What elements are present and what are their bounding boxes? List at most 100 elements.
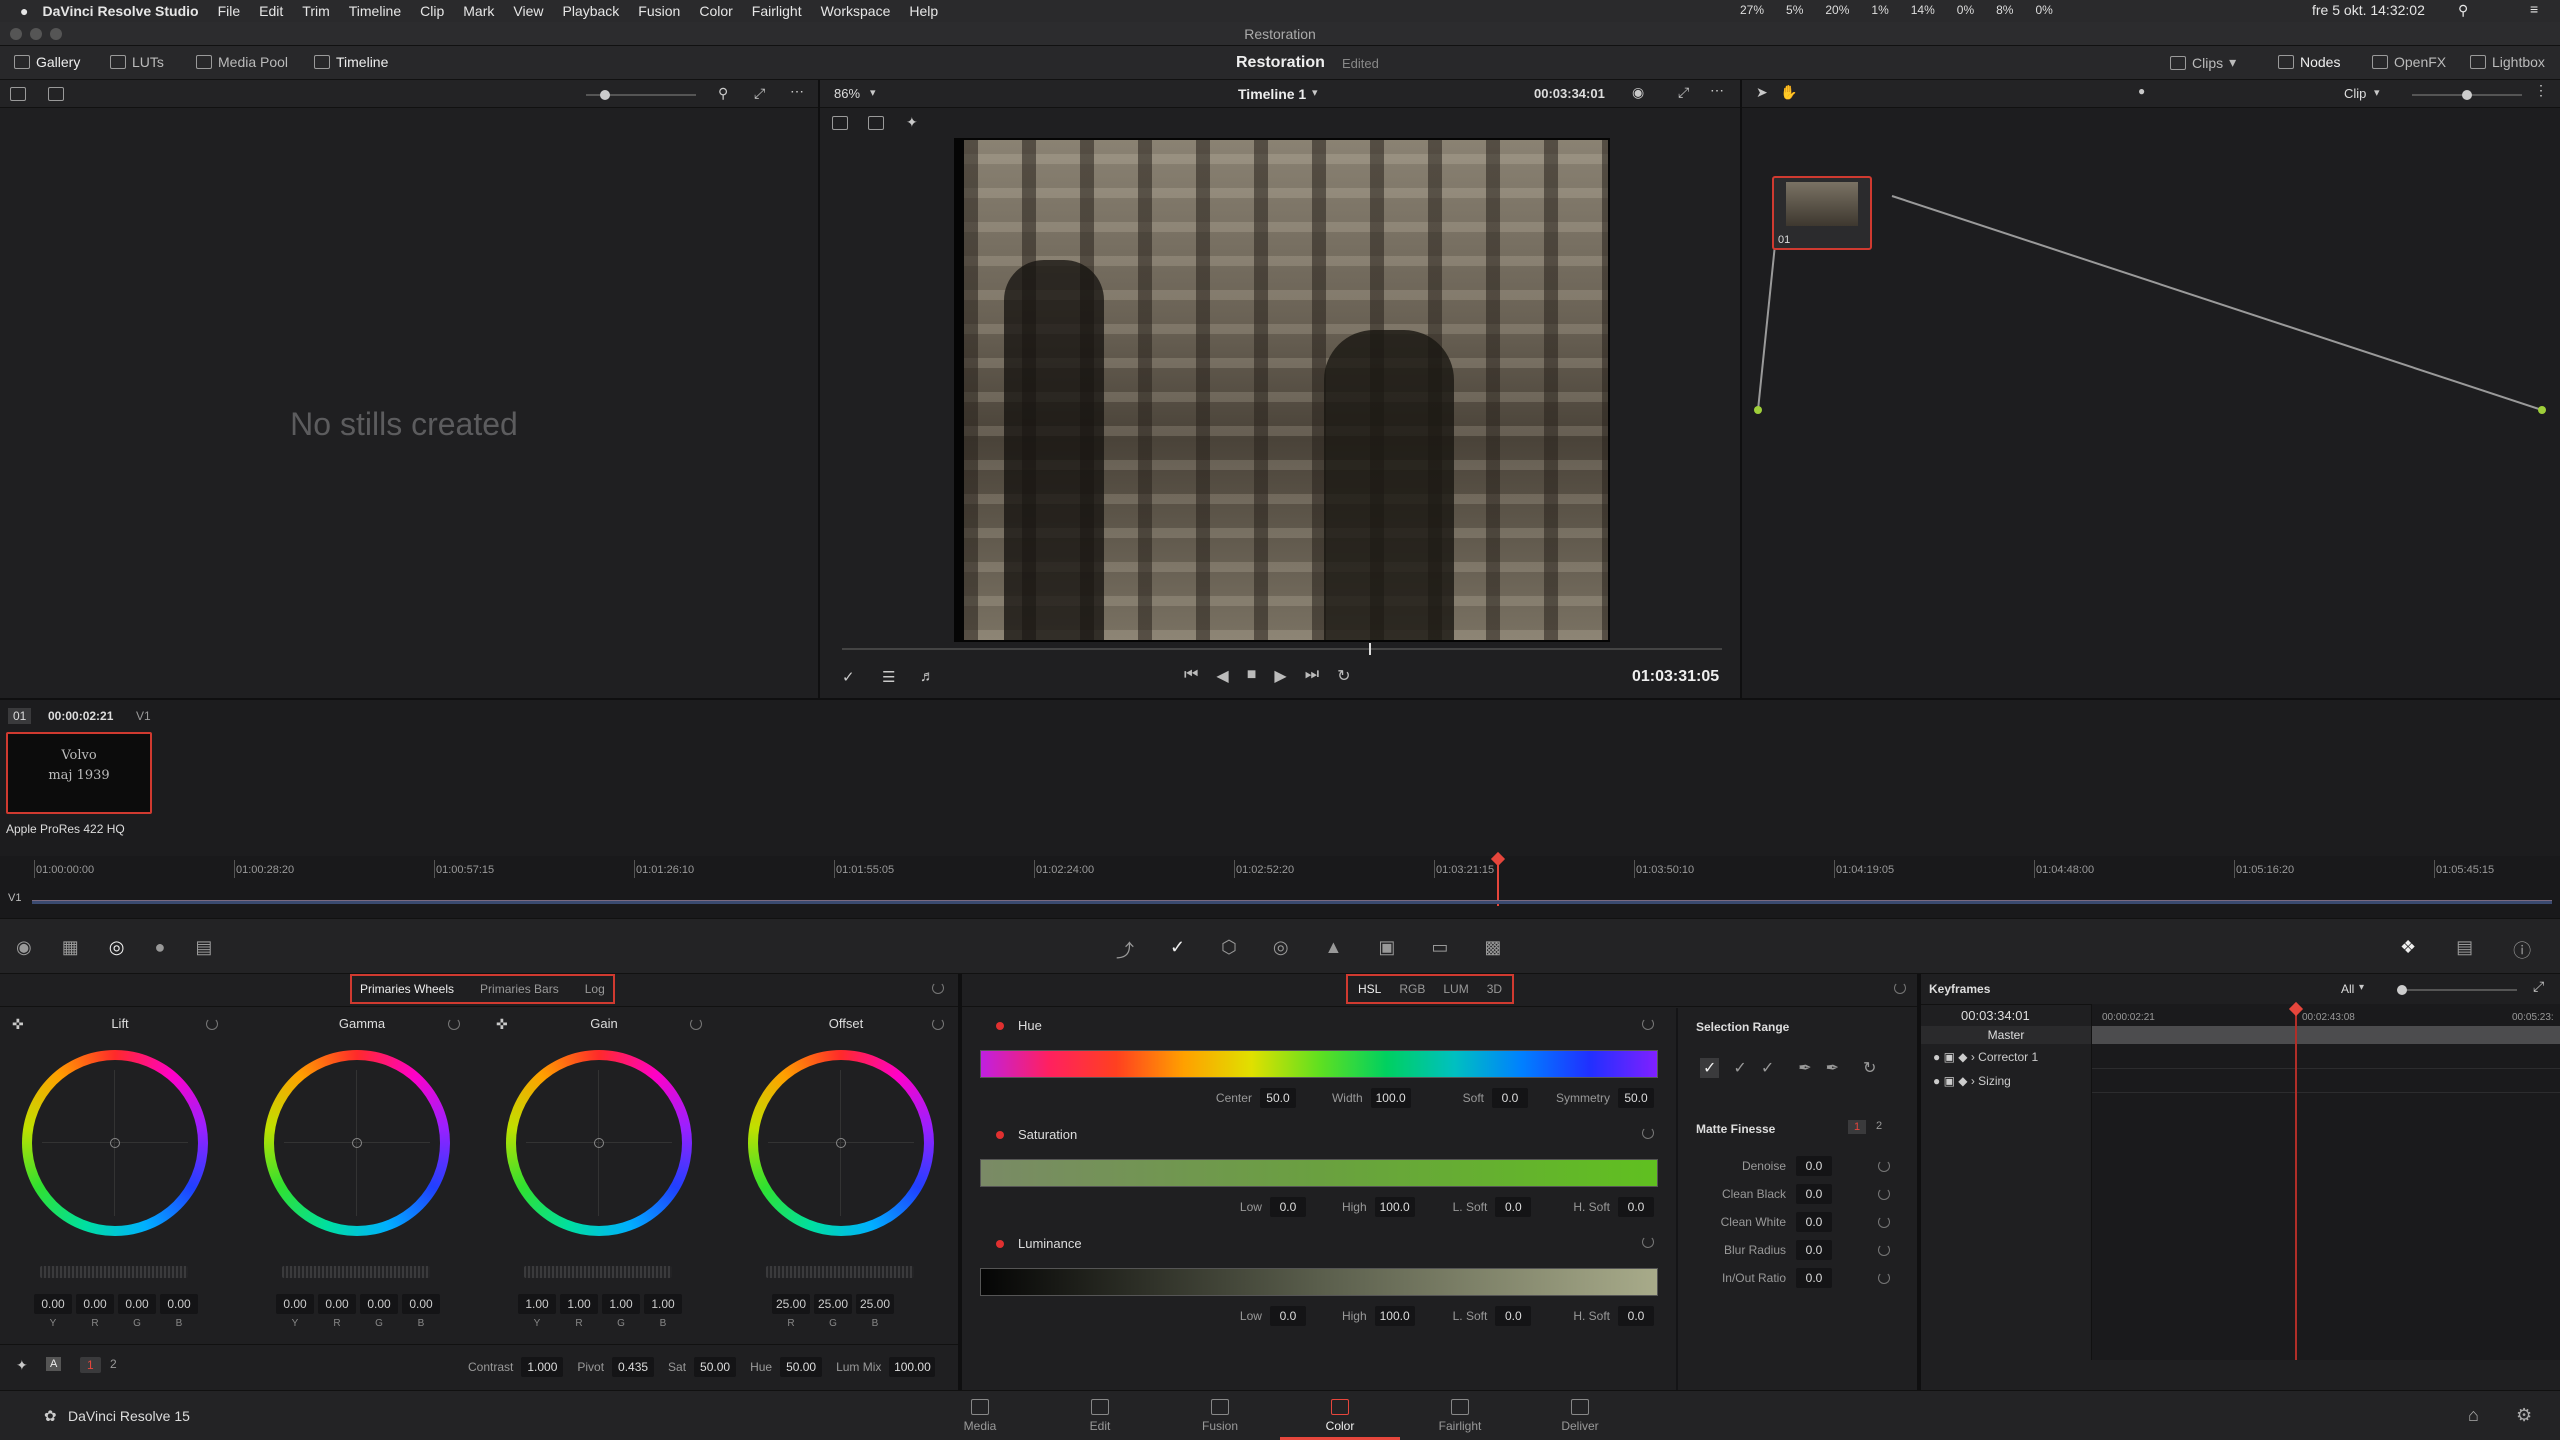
hue-field[interactable]: 50.00 xyxy=(780,1357,823,1377)
skip-to-start-icon[interactable]: ⏮ xyxy=(1184,666,1198,686)
keyframe-graph[interactable]: 00:00:02:21 00:02:43:08 00:05:23: xyxy=(2091,1001,2560,1360)
viewer-timecode[interactable]: 00:03:34:01 xyxy=(1534,86,1605,101)
tab-rgb[interactable]: RGB xyxy=(1399,982,1425,996)
keyframe-track-row[interactable]: ● ▣ ◆ › Corrector 1 xyxy=(1933,1050,2038,1064)
offset-color-wheel[interactable] xyxy=(748,1050,934,1236)
status-item[interactable]: 0% xyxy=(2035,3,2052,17)
openfx-button[interactable]: OpenFX xyxy=(2372,54,2446,70)
chevron-down-icon[interactable]: ▾ xyxy=(870,86,876,99)
lift-color-wheel[interactable] xyxy=(22,1050,208,1236)
clock[interactable]: fre 5 okt. 14:32:02 xyxy=(2312,2,2425,18)
hue-qualifier-bar[interactable] xyxy=(980,1050,1658,1078)
chevron-down-icon[interactable]: ▾ xyxy=(2359,982,2364,993)
keyframe-playhead[interactable] xyxy=(2295,1006,2297,1360)
slider-knob[interactable] xyxy=(600,90,610,100)
apple-icon[interactable]: ● xyxy=(20,3,28,19)
tab-3d[interactable]: 3D xyxy=(1487,982,1502,996)
blur-radius-field[interactable]: 0.0 xyxy=(1796,1240,1832,1260)
reset-icon[interactable] xyxy=(1878,1272,1890,1284)
sizing-icon[interactable]: ▭ xyxy=(1431,937,1448,963)
status-item[interactable]: 8% xyxy=(1996,3,2013,17)
lift-y-value[interactable]: 0.00 xyxy=(34,1294,72,1314)
play-icon[interactable]: ▶ xyxy=(1274,666,1286,686)
node-zoom-slider[interactable] xyxy=(2412,90,2522,100)
offset-b-value[interactable]: 25.00 xyxy=(856,1294,894,1314)
lum-high-field[interactable]: 100.0 xyxy=(1374,1306,1415,1326)
reset-icon[interactable] xyxy=(448,1018,460,1030)
luts-tab[interactable]: LUTs xyxy=(110,54,164,70)
menu-edit[interactable]: Edit xyxy=(259,3,283,19)
blur-icon[interactable]: ▲ xyxy=(1325,937,1343,963)
fullscreen-icon[interactable]: ⤢ xyxy=(1678,84,1689,101)
gamma-y-value[interactable]: 0.00 xyxy=(276,1294,314,1314)
keyframes-filter[interactable]: All xyxy=(2341,982,2354,996)
menu-workspace[interactable]: Workspace xyxy=(821,3,891,19)
auto-balance-icon[interactable]: ✦ xyxy=(16,1357,28,1374)
reset-icon[interactable] xyxy=(1878,1244,1890,1256)
node-mode-selector[interactable]: Clip xyxy=(2344,86,2366,101)
soft-field[interactable]: 0.0 xyxy=(1492,1088,1528,1108)
curves-icon[interactable]: ⤴ xyxy=(1116,937,1134,963)
more-options-icon[interactable]: ⋯ xyxy=(790,83,804,100)
wheel-handle[interactable] xyxy=(594,1138,604,1148)
nodes-button[interactable]: Nodes xyxy=(2278,54,2340,70)
zoom-level[interactable]: 86% xyxy=(834,86,860,101)
chevron-down-icon[interactable]: ▾ xyxy=(1312,86,1318,99)
skip-to-end-icon[interactable]: ⏭ xyxy=(1305,666,1319,686)
color-picker-icon[interactable]: ◉ xyxy=(1632,84,1644,101)
gear-icon[interactable]: ⚙ xyxy=(2516,1405,2532,1426)
menu-clip[interactable]: Clip xyxy=(420,3,444,19)
window-icon[interactable]: ⬡ xyxy=(1221,937,1237,963)
offset-r-value[interactable]: 25.00 xyxy=(772,1294,810,1314)
reset-icon[interactable] xyxy=(932,982,944,994)
timeline-clip-bar[interactable] xyxy=(32,900,2552,904)
gain-g-value[interactable]: 1.00 xyxy=(602,1294,640,1314)
feather-minus-icon[interactable]: ✒ xyxy=(1798,1058,1811,1078)
source-input-dot[interactable] xyxy=(1754,406,1762,414)
color-wheels-icon[interactable]: ◎ xyxy=(109,937,125,958)
status-item[interactable]: 20% xyxy=(1825,3,1849,17)
info-icon[interactable]: ⓘ xyxy=(2513,937,2531,963)
expand-icon[interactable]: ⤢ xyxy=(2533,978,2544,995)
wheel-handle[interactable] xyxy=(352,1138,362,1148)
slider-knob[interactable] xyxy=(2462,90,2472,100)
menu-list-icon[interactable]: ≡ xyxy=(2530,1,2538,17)
zoom-window-button[interactable] xyxy=(50,28,62,40)
pointer-icon[interactable]: ➤ xyxy=(1756,84,1768,101)
keyframe-zoom-slider[interactable] xyxy=(2397,985,2517,995)
reset-icon[interactable] xyxy=(932,1018,944,1030)
menu-help[interactable]: Help xyxy=(909,3,938,19)
clips-button[interactable]: Clips ▾ xyxy=(2170,54,2236,71)
gain-master-wheel[interactable] xyxy=(524,1266,672,1278)
reset-icon[interactable] xyxy=(1642,1236,1654,1248)
in-out-ratio-field[interactable]: 0.0 xyxy=(1796,1268,1832,1288)
lum-mix-field[interactable]: 100.00 xyxy=(889,1357,936,1377)
lum-low-field[interactable]: 0.0 xyxy=(1269,1306,1306,1326)
gamma-g-value[interactable]: 0.00 xyxy=(360,1294,398,1314)
gain-r-value[interactable]: 1.00 xyxy=(560,1294,598,1314)
page-2-button[interactable]: 2 xyxy=(110,1357,117,1371)
saturation-qualifier-bar[interactable] xyxy=(980,1159,1658,1187)
volume-icon[interactable]: ♬ xyxy=(920,668,935,685)
chevron-down-icon[interactable]: ▾ xyxy=(2374,86,2380,99)
menu-mark[interactable]: Mark xyxy=(463,3,494,19)
status-item[interactable]: 0% xyxy=(1957,3,1974,17)
status-item[interactable]: 5% xyxy=(1786,3,1803,17)
gallery-import-icon[interactable] xyxy=(48,87,64,101)
gamma-b-value[interactable]: 0.00 xyxy=(402,1294,440,1314)
gain-color-wheel[interactable] xyxy=(506,1050,692,1236)
invert-icon[interactable]: ↻ xyxy=(1863,1058,1876,1078)
mini-timeline[interactable]: 01:00:00:00 01:00:28:20 01:00:57:15 01:01:2… xyxy=(0,851,2560,918)
gain-b-value[interactable]: 1.00 xyxy=(644,1294,682,1314)
slider-knob[interactable] xyxy=(2397,985,2407,995)
gallery-zoom-slider[interactable] xyxy=(586,90,696,100)
viewer-mode-icon[interactable] xyxy=(832,116,848,130)
gallery-tab[interactable]: Gallery xyxy=(14,54,80,70)
sat-field[interactable]: 50.00 xyxy=(694,1357,737,1377)
lift-master-wheel[interactable] xyxy=(40,1266,188,1278)
color-node-01[interactable]: 01 xyxy=(1772,176,1872,250)
lift-g-value[interactable]: 0.00 xyxy=(118,1294,156,1314)
layer-icon[interactable]: ☰ xyxy=(882,668,895,686)
feather-plus-icon[interactable]: ✒ xyxy=(1826,1058,1839,1078)
page-deliver[interactable]: Deliver xyxy=(1520,1399,1640,1433)
